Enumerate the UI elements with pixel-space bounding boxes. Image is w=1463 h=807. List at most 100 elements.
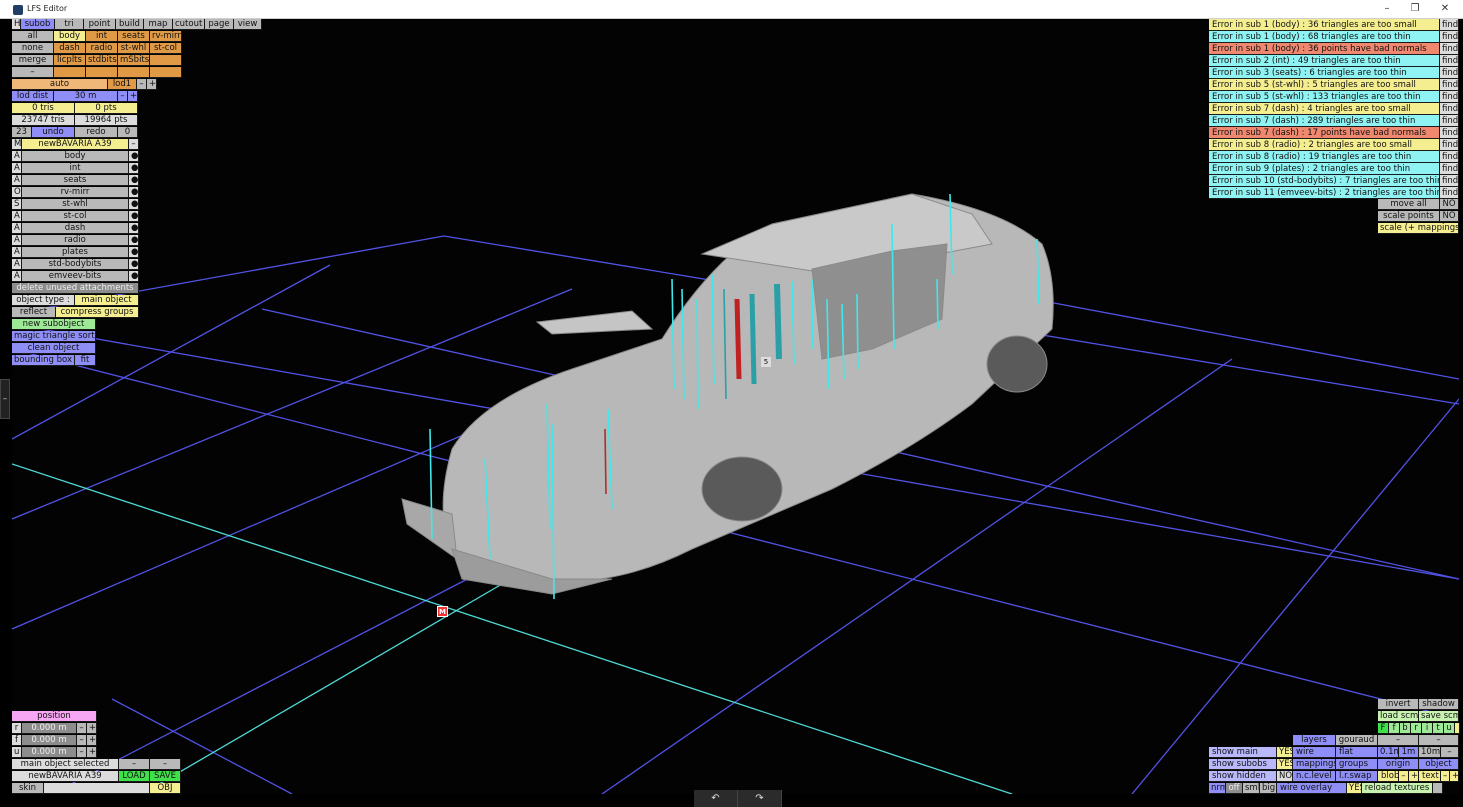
subobject-visibility-dot[interactable]: ● [129, 247, 139, 258]
show-subobs-label[interactable]: show subobs [1209, 759, 1277, 770]
subobject-row[interactable]: Orv-mirr ● [12, 187, 139, 198]
left-collapse-tab[interactable]: – [0, 379, 10, 419]
view-b[interactable]: b [1400, 723, 1411, 734]
sel-body[interactable]: body [54, 31, 86, 42]
lod-auto-button[interactable]: auto [12, 79, 108, 90]
lod-dist-minus[interactable]: – [118, 91, 128, 102]
sel-st-whl[interactable]: st-whl [118, 43, 150, 54]
off-button[interactable]: off [1226, 783, 1243, 794]
selected-dash-2[interactable]: – [150, 759, 181, 770]
subobject-row[interactable]: Aseats ● [12, 175, 139, 186]
sel-empty-5[interactable] [150, 67, 182, 78]
sel-merge[interactable]: merge [12, 55, 54, 66]
save-button[interactable]: SAVE [150, 771, 181, 782]
find-button[interactable]: find [1440, 139, 1459, 151]
menu-view[interactable]: view [234, 19, 262, 30]
layers-dash-2[interactable]: – [1419, 735, 1459, 746]
subobject-visibility-dot[interactable]: ● [129, 199, 139, 210]
reflect-button[interactable]: reflect [12, 307, 56, 318]
find-button[interactable]: find [1440, 151, 1459, 163]
find-button[interactable]: find [1440, 19, 1459, 31]
shadow-button[interactable]: shadow [1419, 699, 1459, 710]
subobject-visibility-dot[interactable]: ● [129, 235, 139, 246]
subobject-row[interactable]: Aradio ● [12, 235, 139, 246]
find-button[interactable]: find [1440, 115, 1459, 127]
subobject-visibility-dot[interactable]: ● [129, 211, 139, 222]
sel-dash[interactable]: dash [54, 43, 86, 54]
subobject-row[interactable]: Sst-whl ● [12, 199, 139, 210]
origin-marker[interactable]: M [437, 606, 448, 617]
lod-dist-value[interactable]: 30 m [54, 91, 118, 102]
view-more[interactable] [1455, 723, 1460, 734]
menu-subob[interactable]: subob [21, 19, 55, 30]
subobject-name[interactable]: st-whl [22, 199, 129, 210]
axis-r-plus[interactable]: + [87, 723, 97, 734]
flat-button[interactable]: flat [1336, 747, 1378, 758]
object-type-value[interactable]: main object [75, 295, 139, 306]
subobject-flag[interactable]: A [12, 259, 22, 270]
layers-button[interactable]: layers [1293, 735, 1336, 746]
find-button[interactable]: find [1440, 67, 1459, 79]
subobject-name[interactable]: seats [22, 175, 129, 186]
scale-points-label[interactable]: scale points [1378, 211, 1440, 222]
dist-10m[interactable]: 10m [1419, 747, 1441, 758]
menu-tri[interactable]: tri [55, 19, 84, 30]
find-button[interactable]: find [1440, 55, 1459, 67]
big-button[interactable]: big [1260, 783, 1277, 794]
file-name[interactable]: newBAVARIA A39 [12, 771, 119, 782]
axis-u-plus[interactable]: + [87, 747, 97, 758]
dist-0-1m[interactable]: 0.1m [1378, 747, 1399, 758]
object-collapse-button[interactable]: – [129, 139, 139, 150]
menu-build[interactable]: build [116, 19, 144, 30]
invert-button[interactable]: invert [1378, 699, 1419, 710]
subobject-name[interactable]: int [22, 163, 129, 174]
find-button[interactable]: find [1440, 31, 1459, 43]
subobject-row[interactable]: Ast-col ● [12, 211, 139, 222]
redo-button[interactable]: redo [75, 127, 118, 138]
axis-u-minus[interactable]: – [77, 747, 87, 758]
subobject-row[interactable]: Adash ● [12, 223, 139, 234]
wire-overlay-label[interactable]: wire overlay [1277, 783, 1347, 794]
subobject-flag[interactable]: A [12, 163, 22, 174]
sel-empty-1[interactable] [150, 55, 182, 66]
menu-cutout[interactable]: cutout [173, 19, 205, 30]
subobject-flag[interactable]: A [12, 271, 22, 282]
show-main-label[interactable]: show main [1209, 747, 1277, 758]
subobject-flag[interactable]: A [12, 235, 22, 246]
lod1-button[interactable]: lod1 [108, 79, 137, 90]
sel-radio[interactable]: radio [86, 43, 118, 54]
view-u[interactable]: u [1444, 723, 1455, 734]
view-F[interactable]: F [1378, 723, 1389, 734]
blob-minus[interactable]: – [1399, 771, 1409, 782]
subobject-row[interactable]: Abody ● [12, 151, 139, 162]
wire-button[interactable]: wire [1293, 747, 1336, 758]
subobject-name[interactable]: body [22, 151, 129, 162]
subobject-visibility-dot[interactable]: ● [129, 175, 139, 186]
sel-dash-btn[interactable]: – [12, 67, 54, 78]
selected-dash-1[interactable]: – [119, 759, 150, 770]
subobject-flag[interactable]: A [12, 211, 22, 222]
subobject-visibility-dot[interactable]: ● [129, 151, 139, 162]
subobject-flag[interactable]: A [12, 223, 22, 234]
subobject-flag[interactable]: A [12, 151, 22, 162]
load-button[interactable]: LOAD [119, 771, 150, 782]
subobject-row[interactable]: Aemveev-bits ● [12, 271, 139, 282]
subobject-flag[interactable]: O [12, 187, 22, 198]
sel-stdbits[interactable]: stdbits [86, 55, 118, 66]
lod-dist-plus[interactable]: + [128, 91, 138, 102]
find-button[interactable]: find [1440, 91, 1459, 103]
sel-rv-mirr[interactable]: rv-mirr [150, 31, 182, 42]
wire-overlay-value[interactable]: YES [1347, 783, 1362, 794]
show-main-value[interactable]: YES [1277, 747, 1293, 758]
reload-more[interactable] [1433, 783, 1443, 794]
axis-r-value[interactable]: 0.000 m [22, 723, 77, 734]
subobject-flag[interactable]: A [12, 175, 22, 186]
mappings-button[interactable]: mappings [1293, 759, 1336, 770]
blob-plus[interactable]: + [1409, 771, 1419, 782]
scale-points-value[interactable]: NO [1440, 211, 1459, 222]
restore-icon[interactable]: ❐ [1406, 3, 1424, 15]
view-f[interactable]: f [1389, 723, 1400, 734]
sel-msbits[interactable]: mSbits [118, 55, 150, 66]
dist-1m[interactable]: 1m [1399, 747, 1419, 758]
show-subobs-value[interactable]: YES [1277, 759, 1293, 770]
